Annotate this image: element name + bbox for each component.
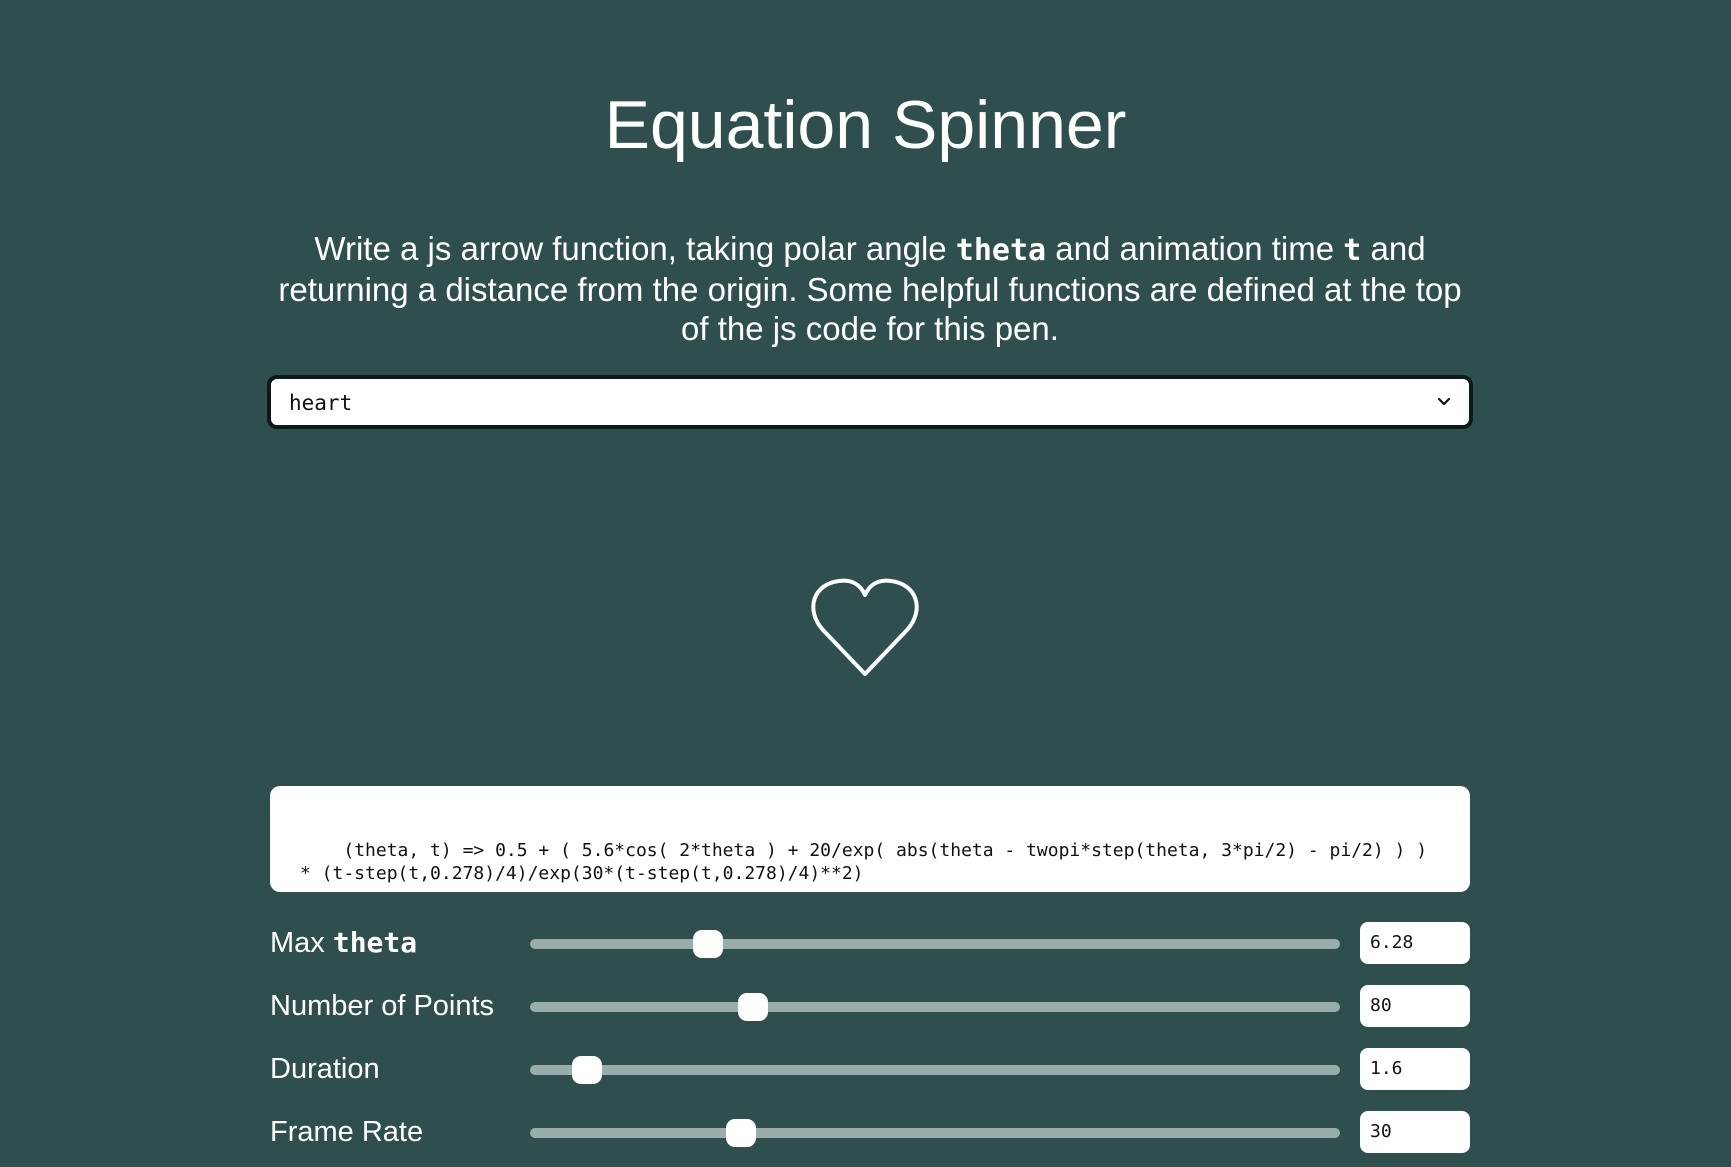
intro-text-part: Write a js arrow function, taking polar … [314, 230, 956, 267]
control-frame-rate: Frame Rate 30 [270, 1111, 1470, 1153]
shape-preview-canvas [805, 578, 925, 678]
number-of-points-slider[interactable] [530, 993, 1340, 1021]
slider-thumb[interactable] [693, 930, 724, 958]
equation-text: (theta, t) => 0.5 + ( 5.6*cos( 2*theta )… [300, 840, 1438, 884]
intro-text-part: and animation time [1046, 230, 1344, 267]
frame-rate-input[interactable]: 30 [1360, 1111, 1470, 1153]
preset-select-value: heart [289, 391, 353, 415]
duration-input[interactable]: 1.6 [1360, 1048, 1470, 1090]
control-label-code: theta [332, 926, 418, 959]
control-label: Duration [270, 1053, 380, 1085]
max-theta-slider[interactable] [530, 930, 1340, 958]
page-title: Equation Spinner [604, 87, 1127, 163]
equation-input[interactable]: (theta, t) => 0.5 + ( 5.6*cos( 2*theta )… [270, 786, 1470, 892]
heart-curve [811, 578, 919, 676]
slider-thumb[interactable] [737, 993, 768, 1021]
control-duration: Duration 1.6 [270, 1048, 1470, 1090]
control-label: Frame Rate [270, 1116, 424, 1148]
intro-text: Write a js arrow function, taking polar … [270, 229, 1470, 348]
slider-thumb[interactable] [725, 1119, 756, 1147]
chevron-down-icon [1435, 391, 1453, 413]
page: Equation Spinner Write a js arrow functi… [0, 0, 1731, 1167]
frame-rate-slider[interactable] [530, 1119, 1340, 1147]
duration-slider[interactable] [530, 1056, 1340, 1084]
max-theta-input[interactable]: 6.28 [1360, 922, 1470, 964]
preset-select[interactable]: heart [267, 375, 1473, 429]
control-max-theta: Max theta 6.28 [270, 922, 1470, 964]
resize-grip-icon[interactable] [1456, 878, 1468, 890]
slider-thumb[interactable] [571, 1056, 602, 1084]
intro-code-t: t [1343, 233, 1362, 268]
control-label: Number of Points [270, 990, 495, 1022]
number-of-points-input[interactable]: 80 [1360, 985, 1470, 1027]
control-label-text: Max [270, 927, 333, 959]
control-number-of-points: Number of Points 80 [270, 985, 1470, 1027]
control-label: Max theta [270, 925, 417, 961]
intro-code-theta: theta [955, 233, 1047, 268]
